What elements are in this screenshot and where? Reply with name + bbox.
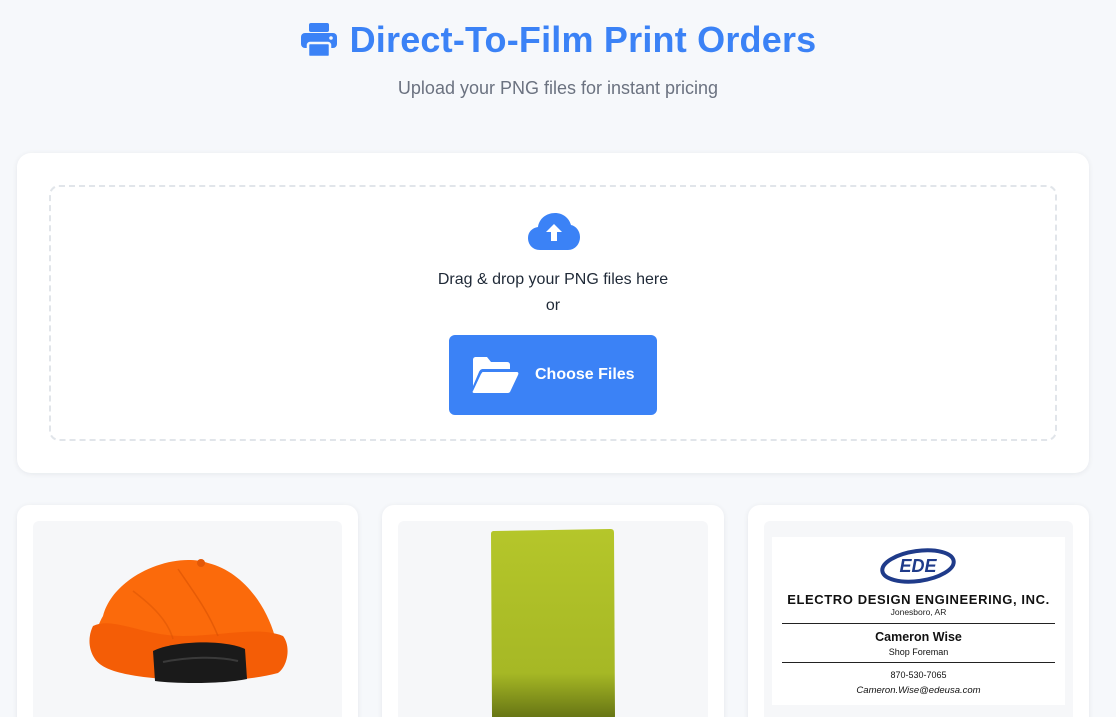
card-email: Cameron.Wise@edeusa.com bbox=[856, 685, 981, 696]
title-row: Direct-To-Film Print Orders bbox=[0, 18, 1116, 62]
card-city: Jonesboro, AR bbox=[890, 607, 947, 617]
card-company-name: ELECTRO DESIGN ENGINEERING, INC. bbox=[787, 592, 1050, 607]
page-header: Direct-To-Film Print Orders Upload your … bbox=[0, 18, 1116, 99]
choose-files-button[interactable]: Choose Files bbox=[449, 335, 657, 415]
product-card[interactable]: EDE ELECTRO DESIGN ENGINEERING, INC. Jon… bbox=[748, 505, 1089, 717]
card-divider bbox=[782, 662, 1055, 663]
product-thumbnail: EDE ELECTRO DESIGN ENGINEERING, INC. Jon… bbox=[764, 521, 1073, 717]
upload-card: Drag & drop your PNG files here or Choos… bbox=[17, 153, 1089, 473]
business-card-image: EDE ELECTRO DESIGN ENGINEERING, INC. Jon… bbox=[772, 537, 1065, 705]
or-text: or bbox=[545, 297, 561, 314]
card-role: Shop Foreman bbox=[888, 647, 949, 657]
card-phone: 870-530-7065 bbox=[890, 670, 947, 680]
lime-green-panel-image bbox=[491, 529, 615, 717]
drag-drop-text: Drag & drop your PNG files here bbox=[437, 271, 669, 288]
choose-files-label: Choose Files bbox=[535, 366, 635, 383]
card-person-name: Cameron Wise bbox=[875, 630, 962, 644]
product-card[interactable] bbox=[17, 505, 358, 717]
orange-cap-image bbox=[89, 559, 288, 684]
page: Direct-To-Film Print Orders Upload your … bbox=[0, 0, 1116, 717]
folder-open-icon bbox=[472, 357, 519, 393]
cloud-upload-icon bbox=[528, 213, 580, 250]
product-thumbnail bbox=[33, 521, 342, 717]
file-dropzone[interactable]: Drag & drop your PNG files here or Choos… bbox=[49, 185, 1057, 441]
card-divider bbox=[782, 623, 1055, 624]
ede-logo: EDE bbox=[880, 548, 956, 584]
product-card[interactable] bbox=[382, 505, 724, 717]
svg-text:EDE: EDE bbox=[899, 556, 937, 576]
page-subtitle: Upload your PNG files for instant pricin… bbox=[397, 78, 719, 98]
product-thumbnail bbox=[398, 521, 708, 717]
page-title: Direct-To-Film Print Orders bbox=[349, 19, 817, 60]
printer-icon bbox=[300, 23, 337, 58]
